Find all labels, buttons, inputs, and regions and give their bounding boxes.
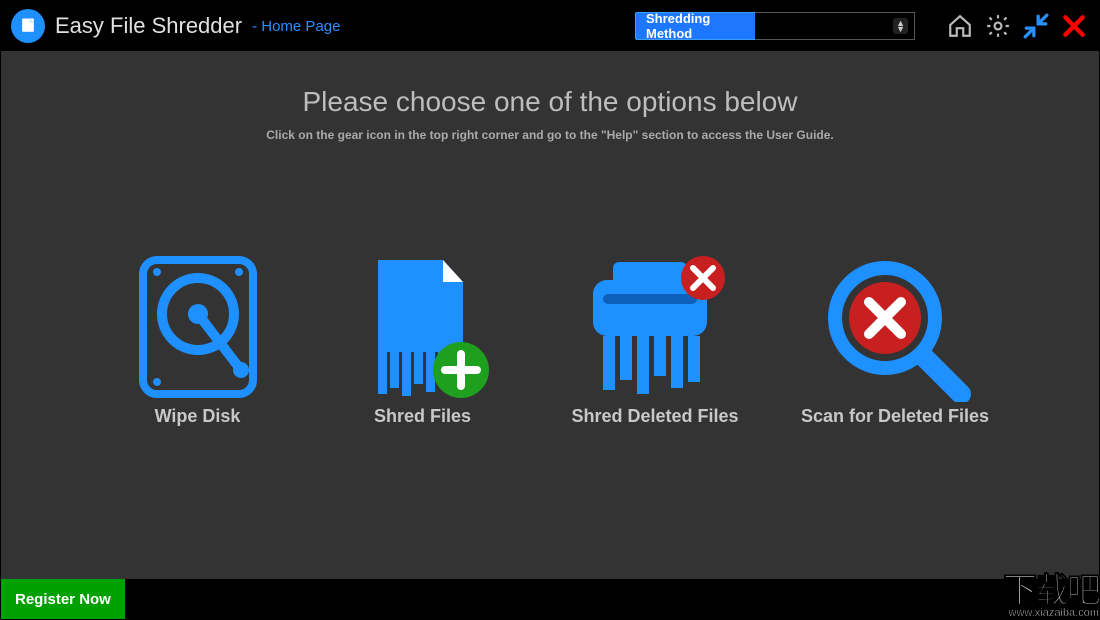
- shredding-method-dropdown[interactable]: ▲▼: [755, 12, 915, 40]
- title-bar: Easy File Shredder - Home Page Shredding…: [1, 1, 1099, 51]
- shredding-method-label: Shredding Method: [635, 12, 755, 40]
- option-label: Wipe Disk: [155, 406, 241, 427]
- breadcrumb-home[interactable]: - Home Page: [252, 18, 340, 35]
- spinner-arrows-icon: ▲▼: [893, 18, 908, 34]
- page-heading: Please choose one of the options below: [302, 86, 797, 118]
- footer-bar: Register Now: [1, 579, 1099, 619]
- app-logo-icon: [11, 9, 45, 43]
- page-subheading: Click on the gear icon in the top right …: [266, 128, 833, 142]
- shred-files-icon: [353, 252, 493, 402]
- register-now-button[interactable]: Register Now: [1, 579, 125, 619]
- option-label: Scan for Deleted Files: [801, 406, 989, 427]
- scan-deleted-icon: [815, 252, 975, 402]
- option-label: Shred Files: [374, 406, 471, 427]
- gear-icon[interactable]: [983, 11, 1013, 41]
- app-title: Easy File Shredder: [55, 13, 242, 39]
- option-scan-deleted-files[interactable]: Scan for Deleted Files: [803, 252, 988, 427]
- home-icon[interactable]: [945, 11, 975, 41]
- shred-deleted-icon: [575, 252, 735, 402]
- options-row: Wipe Disk: [113, 252, 988, 427]
- option-wipe-disk[interactable]: Wipe Disk: [113, 252, 283, 427]
- main-content: Please choose one of the options below C…: [1, 51, 1099, 579]
- close-icon[interactable]: [1059, 11, 1089, 41]
- shredding-method-select[interactable]: Shredding Method ▲▼: [635, 12, 915, 40]
- wipe-disk-icon: [133, 252, 263, 402]
- option-label: Shred Deleted Files: [571, 406, 738, 427]
- option-shred-files[interactable]: Shred Files: [338, 252, 508, 427]
- option-shred-deleted-files[interactable]: Shred Deleted Files: [563, 252, 748, 427]
- restore-down-icon[interactable]: [1021, 11, 1051, 41]
